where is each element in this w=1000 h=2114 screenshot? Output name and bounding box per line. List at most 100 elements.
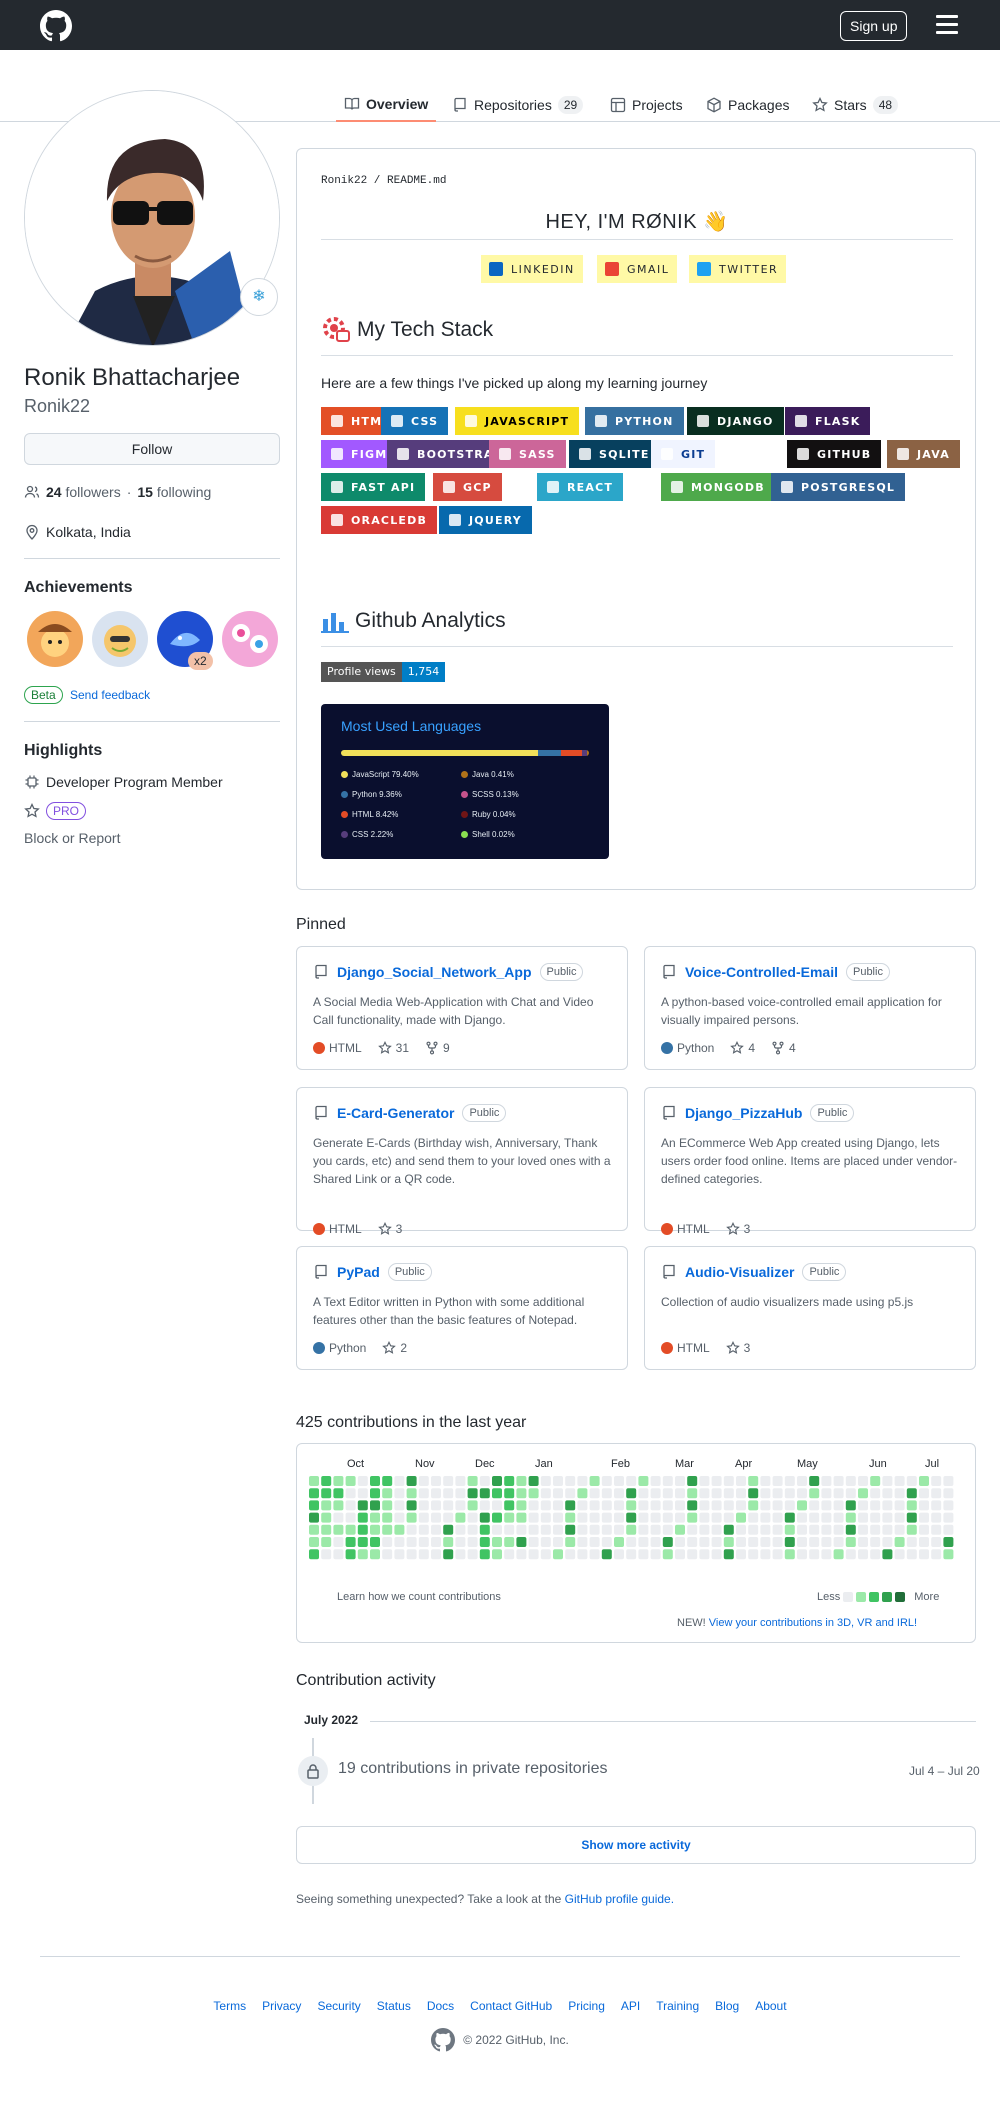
contribution-day[interactable] [650,1476,661,1486]
contribution-day[interactable] [553,1537,563,1547]
contribution-day[interactable] [882,1549,893,1560]
contribution-day[interactable] [418,1549,429,1560]
contribution-day[interactable] [321,1476,332,1486]
contribution-day[interactable] [675,1524,685,1535]
contribution-day[interactable] [309,1512,319,1523]
contribution-day[interactable] [882,1512,893,1523]
contribution-day[interactable] [760,1549,771,1560]
contribution-day[interactable] [614,1537,624,1547]
contribution-day[interactable] [406,1524,417,1535]
contribution-day[interactable] [870,1512,881,1523]
contribution-day[interactable] [638,1512,649,1523]
footer-link-api[interactable]: API [621,1999,640,2013]
contribution-day[interactable] [638,1476,649,1486]
contribution-day[interactable] [370,1512,380,1523]
contribution-day[interactable] [565,1549,576,1560]
contribution-day[interactable] [309,1549,319,1560]
contribution-day[interactable] [626,1500,637,1511]
repo-forks[interactable]: 4 [771,1041,796,1055]
contribution-day[interactable] [418,1524,429,1535]
contribution-day[interactable] [638,1500,649,1511]
learn-contributions-link[interactable]: Learn how we count contributions [337,1591,501,1603]
contribution-day[interactable] [540,1524,551,1535]
contribution-day[interactable] [577,1488,588,1499]
contribution-day[interactable] [492,1512,502,1523]
contribution-day[interactable] [357,1512,368,1523]
repo-stars[interactable]: 4 [730,1041,755,1055]
contribution-day[interactable] [614,1512,624,1523]
contribution-day[interactable] [833,1524,844,1535]
contribution-day[interactable] [821,1488,832,1499]
contribution-day[interactable] [309,1476,319,1486]
contribution-day[interactable] [748,1476,759,1486]
contribution-day[interactable] [858,1476,868,1486]
contribution-day[interactable] [455,1512,466,1523]
contribution-day[interactable] [540,1476,551,1486]
contribution-day[interactable] [309,1537,319,1547]
contribution-day[interactable] [540,1500,551,1511]
contribution-day[interactable] [675,1500,685,1511]
contribution-day[interactable] [760,1512,771,1523]
contribution-day[interactable] [638,1537,649,1547]
contribution-day[interactable] [565,1488,576,1499]
footer-link-blog[interactable]: Blog [715,1999,739,2013]
contribution-day[interactable] [406,1549,417,1560]
contribution-day[interactable] [577,1537,588,1547]
contribution-day[interactable] [553,1476,563,1486]
contribution-day[interactable] [589,1476,600,1486]
contribution-day[interactable] [723,1500,734,1511]
contribution-day[interactable] [443,1476,454,1486]
contribution-day[interactable] [870,1537,881,1547]
contribution-day[interactable] [821,1512,832,1523]
contribution-day[interactable] [931,1524,942,1535]
contribution-day[interactable] [870,1549,881,1560]
follow-button[interactable]: Follow [24,433,280,465]
contribution-day[interactable] [699,1524,710,1535]
contribution-day[interactable] [382,1476,393,1486]
contribution-day[interactable] [943,1524,954,1535]
contribution-day[interactable] [589,1500,600,1511]
contribution-day[interactable] [748,1500,759,1511]
contribution-day[interactable] [431,1500,441,1511]
contribution-day[interactable] [906,1476,917,1486]
contribution-day[interactable] [882,1500,893,1511]
repo-name-link[interactable]: PyPad [337,1264,380,1280]
contribution-day[interactable] [748,1537,759,1547]
contribution-day[interactable] [357,1476,368,1486]
contribution-day[interactable] [736,1549,746,1560]
contribution-day[interactable] [882,1537,893,1547]
tab-repositories[interactable]: Repositories 29 [452,88,584,122]
contribution-day[interactable] [418,1512,429,1523]
contribution-day[interactable] [431,1488,441,1499]
contribution-day[interactable] [845,1476,856,1486]
contribution-day[interactable] [406,1500,417,1511]
contribution-day[interactable] [870,1488,881,1499]
contribution-day[interactable] [492,1524,502,1535]
contribution-day[interactable] [418,1476,429,1486]
contribution-day[interactable] [614,1524,624,1535]
contribution-day[interactable] [370,1476,380,1486]
contribution-day[interactable] [809,1512,820,1523]
contribution-day[interactable] [382,1512,393,1523]
contribution-day[interactable] [504,1549,515,1560]
contribution-day[interactable] [797,1476,807,1486]
contribution-day[interactable] [748,1488,759,1499]
contribution-day[interactable] [565,1537,576,1547]
contribution-day[interactable] [687,1512,698,1523]
contribution-day[interactable] [394,1476,405,1486]
contribution-day[interactable] [748,1524,759,1535]
contribution-day[interactable] [894,1488,905,1499]
contribution-calendar[interactable] [297,1474,977,1584]
contribution-day[interactable] [943,1476,954,1486]
contribution-day[interactable] [394,1488,405,1499]
contribution-day[interactable] [723,1549,734,1560]
contribution-day[interactable] [662,1476,673,1486]
contribution-day[interactable] [492,1500,502,1511]
footer-link-status[interactable]: Status [377,1999,411,2013]
contribution-day[interactable] [687,1549,698,1560]
contribution-day[interactable] [455,1488,466,1499]
contribution-day[interactable] [345,1524,356,1535]
contribution-day[interactable] [687,1476,698,1486]
contribution-day[interactable] [821,1500,832,1511]
contribution-day[interactable] [760,1488,771,1499]
